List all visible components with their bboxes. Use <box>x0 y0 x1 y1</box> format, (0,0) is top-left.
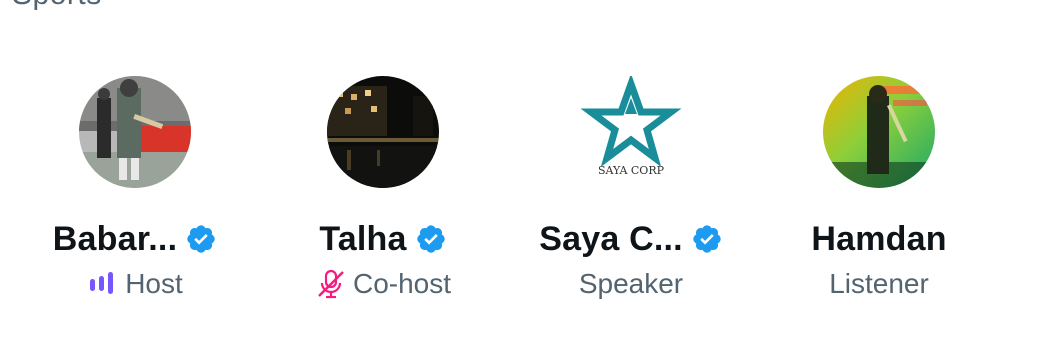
cricketer-batting-avatar-image <box>79 76 191 188</box>
participant-name[interactable]: Saya C... <box>539 220 683 259</box>
saya-corp-logo-avatar-image: SAYA CORP <box>575 76 687 188</box>
avatar[interactable]: SAYA CORP <box>575 76 687 188</box>
avatar[interactable] <box>79 76 191 188</box>
participant-card-1[interactable]: Babar... Host <box>10 76 260 306</box>
participant-role: Host <box>125 268 183 299</box>
logo-text: SAYA CORP <box>598 164 665 177</box>
participant-name[interactable]: Babar... <box>53 220 177 259</box>
participant-card-2[interactable]: Talha Co-host <box>258 76 508 306</box>
verified-badge-icon <box>693 225 721 253</box>
avatar[interactable] <box>823 76 935 188</box>
participant-role: Speaker <box>578 268 684 299</box>
section-title: Sports <box>12 0 102 12</box>
participant-role: Co-host <box>352 268 452 299</box>
speaking-bars-icon <box>90 272 114 294</box>
participant-role: Listener <box>829 268 929 299</box>
verified-badge-icon <box>187 225 215 253</box>
verified-badge-icon <box>416 225 445 253</box>
avatar[interactable] <box>327 76 439 188</box>
stage-lights-avatar-image <box>823 76 935 188</box>
participant-card-4[interactable]: Hamdan Listener <box>754 76 1004 306</box>
participant-card-3[interactable]: SAYA CORP Saya C... Speaker <box>506 76 756 306</box>
mic-muted-icon <box>318 269 344 299</box>
participant-name[interactable]: Hamdan <box>811 220 946 259</box>
night-waterfront-avatar-image <box>327 76 439 188</box>
participant-name[interactable]: Talha <box>319 220 406 259</box>
